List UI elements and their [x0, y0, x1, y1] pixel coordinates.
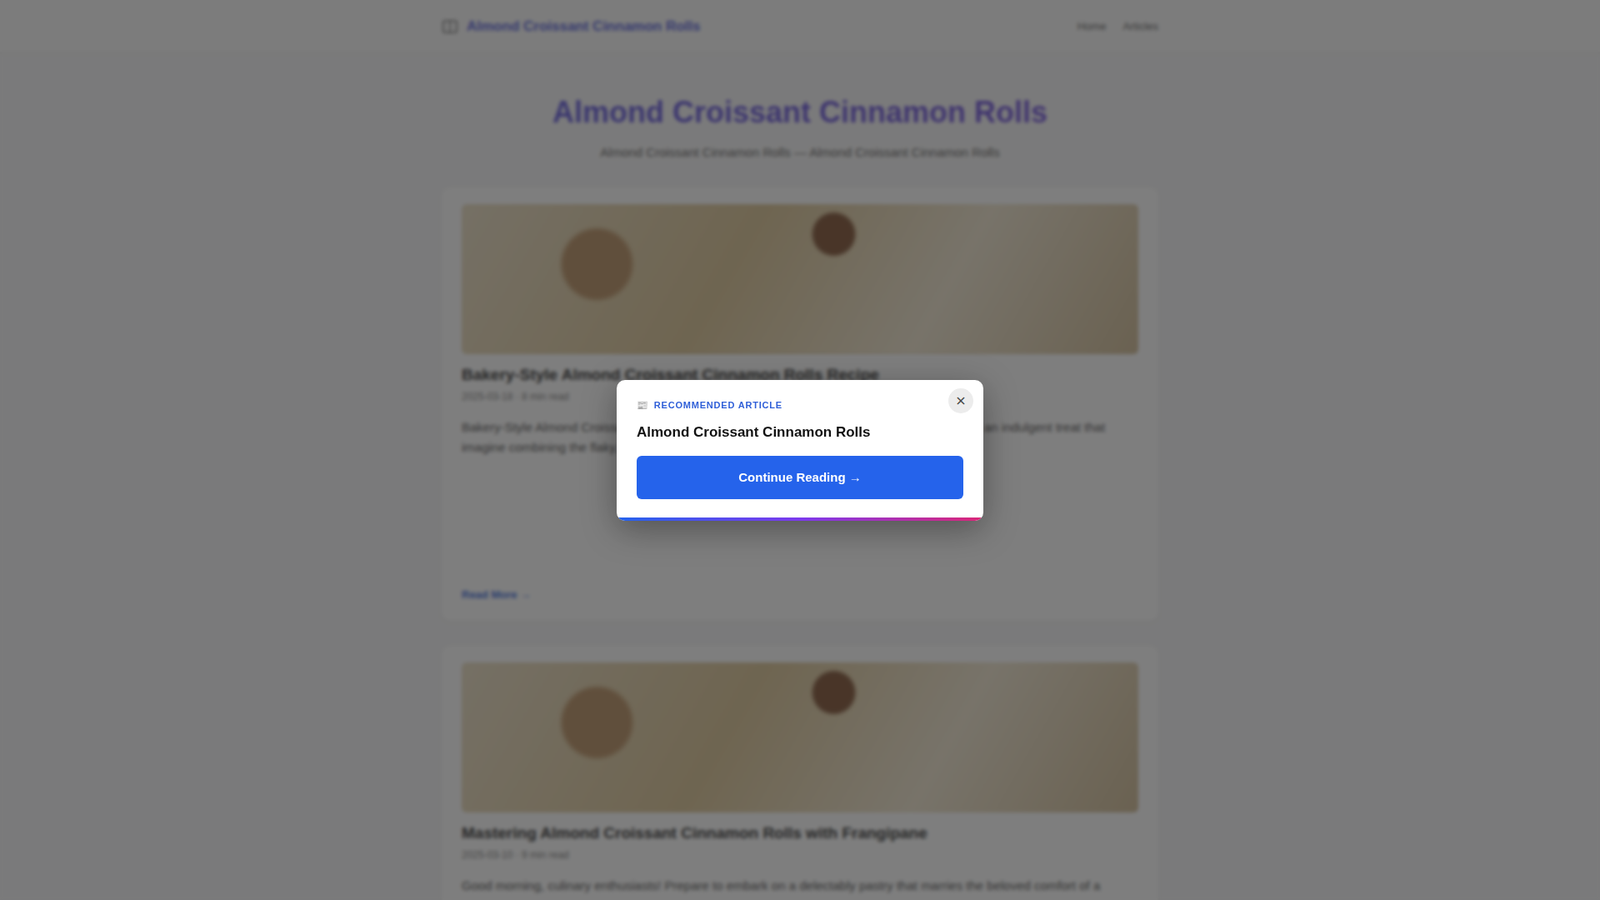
accent-bar	[616, 517, 984, 521]
page: Almond Croissant Cinnamon RollsHomeArtic…	[0, 0, 1600, 900]
modal-label: 📰RECOMMENDED ARTICLE	[636, 400, 964, 411]
continue-button[interactable]: Continue Reading →	[636, 455, 964, 500]
modal-title: Almond Croissant Cinnamon Rolls	[636, 424, 964, 441]
modal-overlay[interactable]: ×📰RECOMMENDED ARTICLEAlmond Croissant Ci…	[0, 0, 1600, 900]
close-button[interactable]: ×	[948, 388, 974, 414]
recommend-modal: ×📰RECOMMENDED ARTICLE Almond Croissant Ci…	[616, 380, 984, 521]
